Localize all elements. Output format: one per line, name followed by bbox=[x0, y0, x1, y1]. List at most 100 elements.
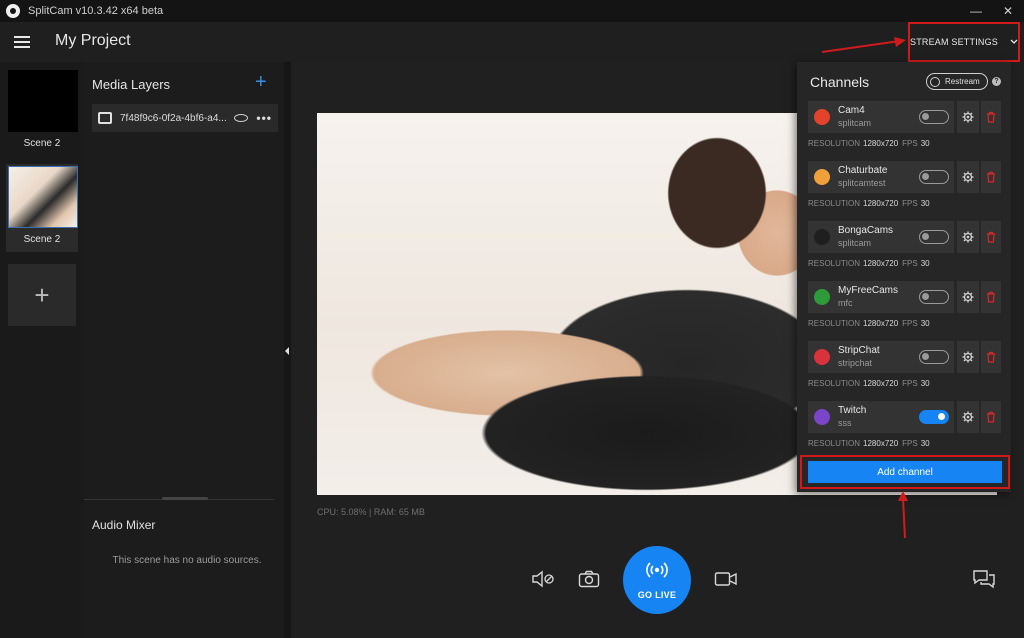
channel-toggle[interactable] bbox=[919, 410, 949, 424]
scene-item[interactable]: Scene 2 bbox=[6, 70, 78, 149]
add-layer-button[interactable]: + bbox=[255, 71, 267, 94]
gear-icon[interactable] bbox=[957, 281, 979, 313]
channel-name: Cam4 bbox=[838, 105, 865, 116]
close-button[interactable]: ✕ bbox=[992, 0, 1024, 22]
channel-toggle[interactable] bbox=[919, 290, 949, 304]
chevron-left-icon[interactable] bbox=[285, 347, 289, 355]
platform-logo-icon bbox=[814, 289, 830, 305]
help-icon[interactable]: ? bbox=[992, 77, 1001, 86]
resize-handle[interactable] bbox=[162, 497, 208, 500]
fps-label: FPS bbox=[902, 319, 918, 328]
project-title: My Project bbox=[55, 32, 131, 49]
fps-label: FPS bbox=[902, 259, 918, 268]
trash-icon[interactable] bbox=[981, 101, 1001, 133]
layer-item[interactable]: 7f48f9c6-0f2a-4bf6-a4... ••• bbox=[92, 104, 278, 132]
scene-item-active[interactable]: Scene 2 bbox=[6, 164, 78, 252]
channel-row[interactable]: Cam4 splitcam bbox=[808, 101, 954, 133]
channel-row[interactable]: BongaCams splitcam bbox=[808, 221, 954, 253]
fps-value: 30 bbox=[920, 139, 930, 148]
annotation-arrow-right bbox=[821, 37, 906, 53]
channel-resolution-info: RESOLUTION 1280x720 FPS 30 bbox=[808, 439, 934, 448]
go-live-label: GO LIVE bbox=[637, 589, 677, 600]
channel-card-stripchat: StripChat stripchat RESOLUTION 1280x720 FPS 3… bbox=[808, 341, 1001, 388]
splitcam-logo-icon bbox=[6, 4, 20, 18]
gear-icon[interactable] bbox=[957, 341, 979, 373]
annotation-arrow-up bbox=[898, 491, 908, 539]
channel-name: MyFreeCams bbox=[838, 285, 899, 296]
record-video-icon[interactable] bbox=[714, 571, 738, 587]
splitcam-window: SplitCam v10.3.42 x64 beta — ✕ My Projec… bbox=[0, 0, 1024, 638]
image-icon bbox=[98, 112, 112, 124]
gear-icon[interactable] bbox=[957, 161, 979, 193]
add-scene-button[interactable]: + bbox=[8, 264, 76, 326]
channel-resolution-info: RESOLUTION 1280x720 FPS 30 bbox=[808, 379, 934, 388]
trash-icon[interactable] bbox=[981, 401, 1001, 433]
gear-icon[interactable] bbox=[957, 221, 979, 253]
restream-toggle[interactable]: Restream bbox=[926, 73, 988, 90]
scene-thumbnail bbox=[8, 70, 78, 132]
channel-username: splitcam bbox=[838, 238, 872, 248]
channel-username: splitcamtest bbox=[838, 178, 886, 188]
channel-toggle[interactable] bbox=[919, 170, 949, 184]
channel-resolution-info: RESOLUTION 1280x720 FPS 30 bbox=[808, 319, 934, 328]
channel-username: stripchat bbox=[838, 358, 873, 368]
audio-mixer-empty-text: This scene has no audio sources. bbox=[112, 555, 262, 566]
radio-icon bbox=[930, 76, 940, 87]
channel-resolution-info: RESOLUTION 1280x720 FPS 30 bbox=[808, 199, 934, 208]
mute-microphone-icon[interactable] bbox=[531, 570, 555, 588]
resolution-value: 1280x720 bbox=[863, 439, 899, 448]
more-options-icon[interactable]: ••• bbox=[256, 111, 272, 125]
channel-name: BongaCams bbox=[838, 225, 894, 236]
channels-title: Channels bbox=[810, 74, 870, 90]
fps-label: FPS bbox=[902, 139, 918, 148]
menu-icon[interactable] bbox=[14, 36, 30, 48]
channel-username: mfc bbox=[838, 298, 853, 308]
platform-logo-icon bbox=[814, 109, 830, 125]
window-controls: — ✕ bbox=[960, 0, 1024, 22]
resolution-value: 1280x720 bbox=[863, 319, 899, 328]
fps-value: 30 bbox=[920, 319, 930, 328]
channel-row[interactable]: MyFreeCams mfc bbox=[808, 281, 954, 313]
fps-label: FPS bbox=[902, 439, 918, 448]
resolution-label: RESOLUTION bbox=[808, 199, 861, 208]
scenes-panel: Scene 2 Scene 2 + bbox=[0, 62, 84, 638]
fps-label: FPS bbox=[902, 199, 918, 208]
eye-icon[interactable] bbox=[234, 114, 249, 122]
go-live-button[interactable]: GO LIVE bbox=[623, 546, 691, 614]
channel-card-twitch: Twitch sss RESOLUTION 1280x720 FPS 30 bbox=[808, 401, 1001, 448]
channels-panel: Channels Restream ? Cam4 splitcam RESOLUTI… bbox=[797, 62, 1011, 492]
resolution-value: 1280x720 bbox=[863, 259, 899, 268]
channel-toggle[interactable] bbox=[919, 110, 949, 124]
add-channel-button[interactable]: Add channel bbox=[808, 461, 1002, 483]
channel-row[interactable]: Chaturbate splitcamtest bbox=[808, 161, 954, 193]
channel-toggle[interactable] bbox=[919, 350, 949, 364]
channel-card-cam4: Cam4 splitcam RESOLUTION 1280x720 FPS 30 bbox=[808, 101, 1001, 148]
channel-row[interactable]: Twitch sss bbox=[808, 401, 954, 433]
channel-username: sss bbox=[838, 418, 852, 428]
channel-card-bongacams: BongaCams splitcam RESOLUTION 1280x720 FPS 30 bbox=[808, 221, 1001, 268]
channel-row[interactable]: StripChat stripchat bbox=[808, 341, 954, 373]
channel-toggle[interactable] bbox=[919, 230, 949, 244]
trash-icon[interactable] bbox=[981, 281, 1001, 313]
performance-stats: CPU: 5.08% | RAM: 65 MB bbox=[317, 507, 425, 517]
fps-value: 30 bbox=[920, 379, 930, 388]
platform-logo-icon bbox=[814, 229, 830, 245]
gear-icon[interactable] bbox=[957, 101, 979, 133]
media-layers-panel: Media Layers + 7f48f9c6-0f2a-4bf6-a4... … bbox=[84, 62, 290, 638]
add-channel-highlight: Add channel bbox=[800, 455, 1010, 489]
gear-icon[interactable] bbox=[957, 401, 979, 433]
camera-snapshot-icon[interactable] bbox=[578, 570, 600, 588]
scene-thumbnail bbox=[8, 166, 78, 228]
platform-logo-icon bbox=[814, 349, 830, 365]
trash-icon[interactable] bbox=[981, 161, 1001, 193]
restream-label: Restream bbox=[945, 77, 980, 86]
audio-mixer-title: Audio Mixer bbox=[92, 518, 156, 532]
chevron-down-icon bbox=[1010, 37, 1018, 47]
fps-label: FPS bbox=[902, 379, 918, 388]
stream-settings-button[interactable]: STREAM SETTINGS bbox=[908, 22, 1020, 62]
trash-icon[interactable] bbox=[981, 221, 1001, 253]
trash-icon[interactable] bbox=[981, 341, 1001, 373]
platform-logo-icon bbox=[814, 409, 830, 425]
chat-icon[interactable] bbox=[972, 569, 996, 589]
minimize-button[interactable]: — bbox=[960, 0, 992, 22]
